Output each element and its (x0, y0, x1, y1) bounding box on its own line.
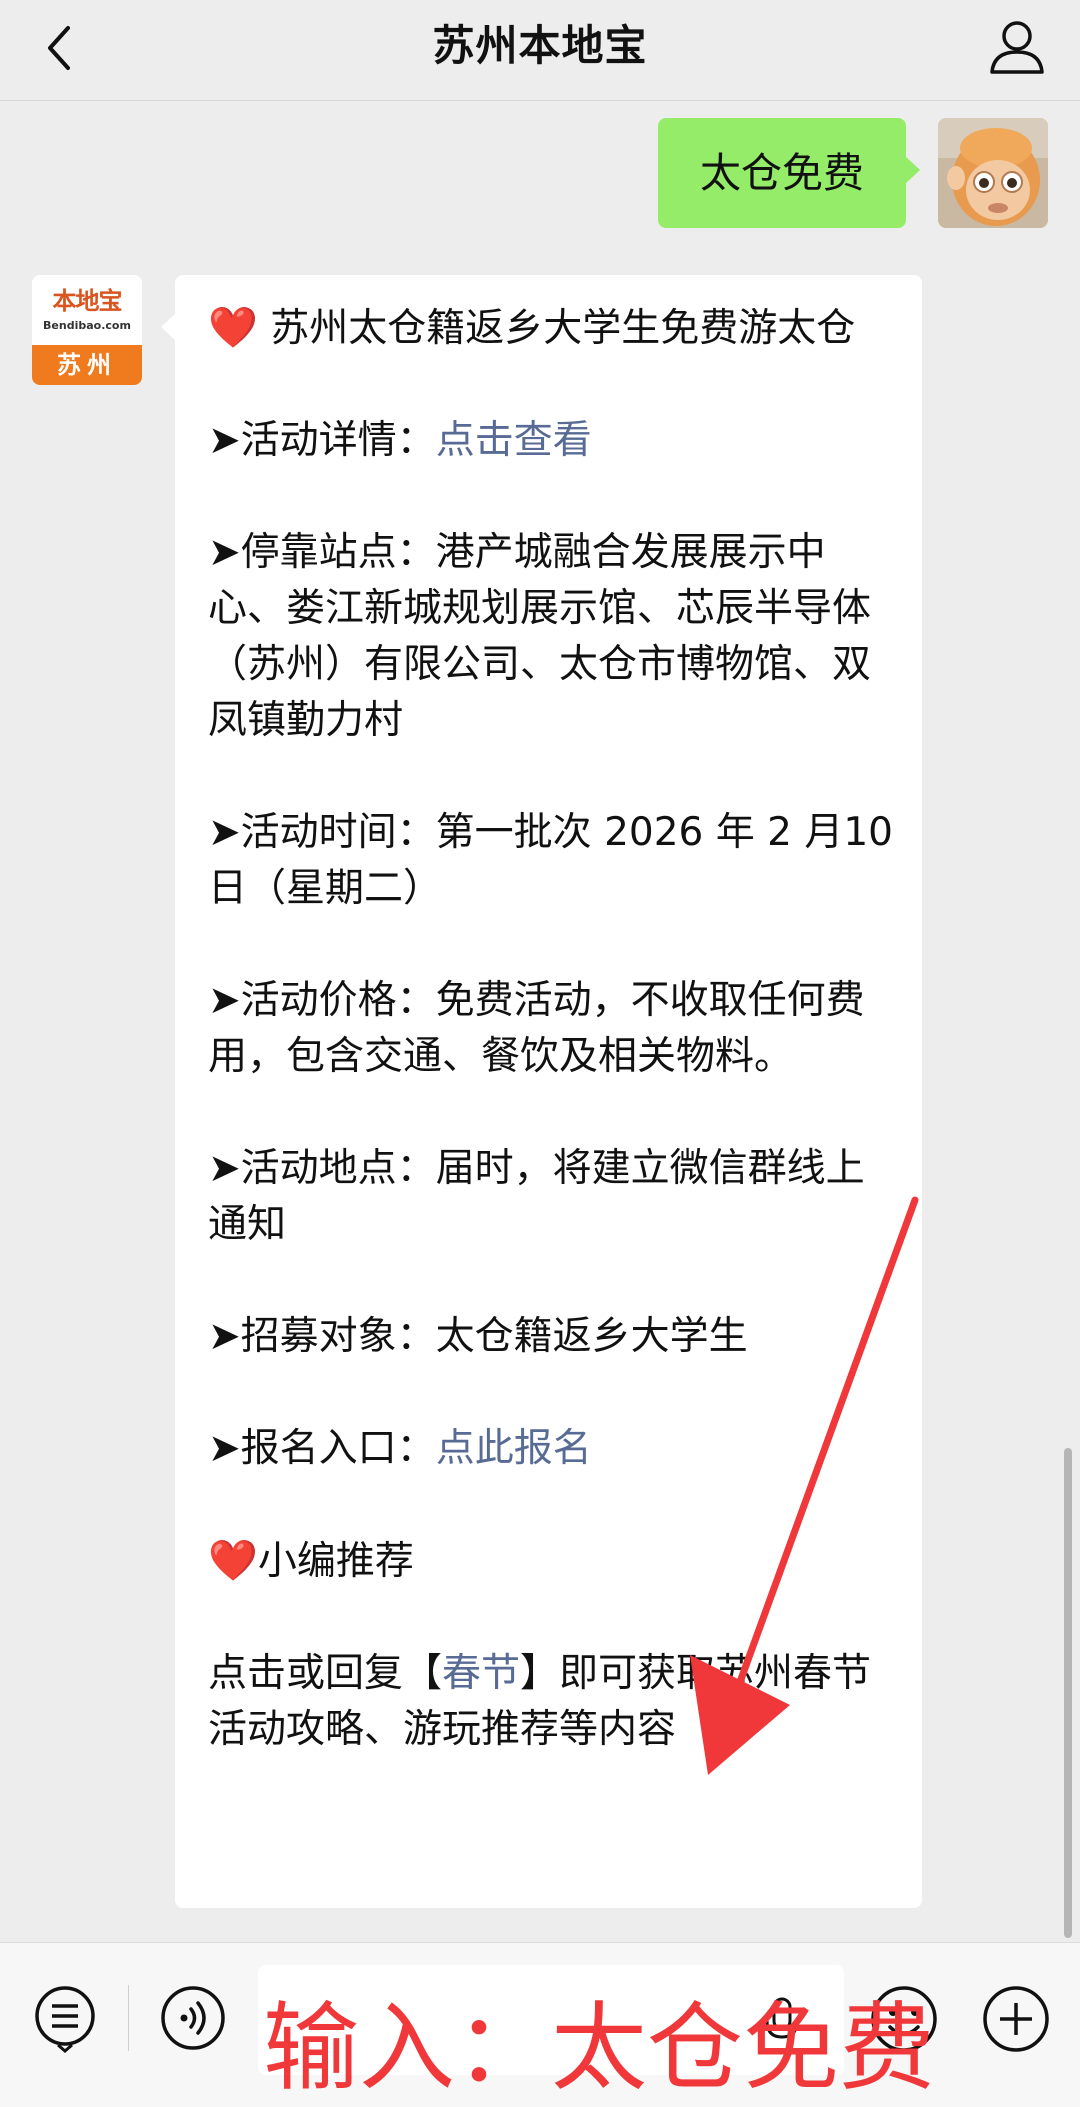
user-avatar[interactable] (938, 118, 1048, 228)
stops-line: ➤停靠站点：港产城融合发展展示中心、娄江新城规划展示馆、芯辰半导体（苏州）有限公… (208, 530, 872, 743)
brand-city-label: 苏州 (32, 345, 142, 385)
voice-button[interactable] (158, 1983, 228, 2053)
divider (128, 1985, 129, 2051)
outgoing-message[interactable]: 太仓免费 (658, 118, 920, 228)
price-line: ➤活动价格：免费活动，不收取任何费用，包含交通、餐饮及相关物料。 (208, 978, 865, 1079)
brand-logo-text: 本地宝 (52, 287, 123, 315)
detail-link[interactable]: 点击查看 (436, 418, 592, 463)
annotation-text: 输入：太仓免费 (263, 1992, 935, 2104)
red-arrow-annotation (690, 1196, 919, 1775)
chat-scrollbar[interactable] (1064, 1448, 1072, 1938)
profile-button[interactable] (984, 14, 1050, 80)
time-line: ➤活动时间：第一批次 2026 年 2 月10日（星期二） (208, 810, 893, 911)
menu-button[interactable] (30, 1983, 100, 2053)
brand-logo-url: Bendibao.com (43, 319, 131, 332)
heart-icon: ❤️ (208, 1538, 258, 1584)
user-icon (990, 21, 1044, 74)
spring-festival-link[interactable]: 春节 (442, 1651, 520, 1696)
voice-icon (161, 1986, 225, 2050)
monkey-avatar-image (938, 118, 1048, 228)
nav-header: 苏州本地宝 (0, 0, 1080, 101)
heart-icon: ❤️ (208, 305, 258, 351)
official-account-avatar[interactable]: 本地宝 Bendibao.com 苏州 (32, 275, 142, 385)
menu-list-icon (35, 1986, 95, 2053)
message-heading: ❤️ 苏州太仓籍返乡大学生免费游太仓 (208, 305, 856, 351)
signup-link[interactable]: 点此报名 (436, 1426, 592, 1471)
page-title: 苏州本地宝 (432, 21, 648, 70)
detail-line: ➤活动详情：点击查看 (208, 418, 592, 463)
